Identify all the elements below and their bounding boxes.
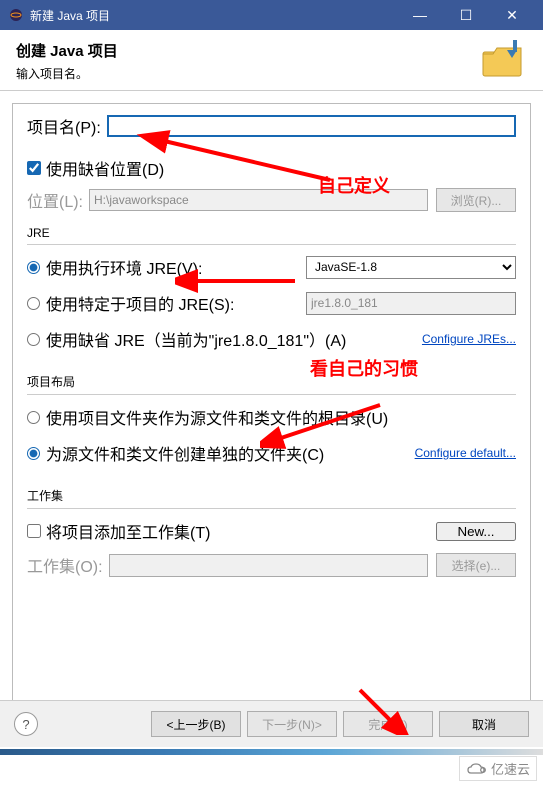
page-title: 创建 Java 项目 — [16, 40, 479, 61]
workset-group-title: 工作集 — [27, 487, 516, 504]
jre-env-label: 使用执行环境 JRE(V): — [46, 255, 306, 279]
jre-project-select — [306, 292, 516, 315]
layout-separate-row: 为源文件和类文件创建单独的文件夹(C) Configure default... — [27, 441, 516, 465]
layout-group-title: 项目布局 — [27, 373, 516, 390]
window-controls: — ☐ ✕ — [397, 0, 535, 30]
browse-button: 浏览(R)... — [436, 188, 516, 212]
workset-select-button: 选择(e)... — [436, 553, 516, 577]
folder-icon — [479, 40, 527, 82]
workset-select-row: 工作集(O): 选择(e)... — [27, 553, 516, 577]
location-input — [89, 189, 428, 211]
window-title: 新建 Java 项目 — [30, 7, 397, 24]
content-area: 项目名(P): 使用缺省位置(D) 位置(L): 浏览(R)... JRE 使用… — [12, 103, 531, 701]
jre-env-select[interactable]: JavaSE-1.8 — [306, 256, 516, 279]
use-default-location-label: 使用缺省位置(D) — [46, 156, 164, 180]
dialog-header: 创建 Java 项目 输入项目名。 — [0, 30, 543, 91]
location-label: 位置(L): — [27, 188, 83, 212]
jre-env-radio[interactable] — [27, 261, 40, 274]
configure-default-link[interactable]: Configure default... — [415, 446, 516, 460]
location-row: 位置(L): 浏览(R)... — [27, 188, 516, 212]
layout-group: 项目布局 使用项目文件夹作为源文件和类文件的根目录(U) 为源文件和类文件创建单… — [27, 373, 516, 465]
dialog-footer: ? <上一步(B) 下一步(N)> 完成(F) 取消 — [0, 700, 543, 747]
close-button[interactable]: ✕ — [489, 0, 535, 30]
jre-group: JRE 使用执行环境 JRE(V): JavaSE-1.8 使用特定于项目的 J… — [27, 226, 516, 351]
workset-new-button[interactable]: New... — [436, 522, 516, 541]
cancel-button[interactable]: 取消 — [439, 711, 529, 737]
minimize-button[interactable]: — — [397, 0, 443, 30]
divider — [27, 244, 516, 245]
watermark-text: 亿速云 — [491, 759, 530, 778]
workset-checkbox[interactable] — [27, 524, 41, 538]
finish-button: 完成(F) — [343, 711, 433, 737]
workset-group: 工作集 将项目添加至工作集(T) New... 工作集(O): 选择(e)... — [27, 487, 516, 577]
jre-project-label: 使用特定于项目的 JRE(S): — [46, 291, 306, 315]
jre-env-row: 使用执行环境 JRE(V): JavaSE-1.8 — [27, 255, 516, 279]
use-default-location-row: 使用缺省位置(D) — [27, 156, 516, 180]
back-button[interactable]: <上一步(B) — [151, 711, 241, 737]
layout-root-label: 使用项目文件夹作为源文件和类文件的根目录(U) — [46, 405, 516, 429]
workset-select-input — [109, 554, 428, 577]
configure-jres-link[interactable]: Configure JREs... — [422, 332, 516, 346]
next-button: 下一步(N)> — [247, 711, 337, 737]
jre-default-radio[interactable] — [27, 333, 40, 346]
jre-default-row: 使用缺省 JRE（当前为"jre1.8.0_181"）(A) Configure… — [27, 327, 516, 351]
maximize-button[interactable]: ☐ — [443, 0, 489, 30]
divider — [27, 394, 516, 395]
layout-separate-radio[interactable] — [27, 447, 40, 460]
layout-root-radio[interactable] — [27, 411, 40, 424]
page-subtitle: 输入项目名。 — [16, 65, 479, 82]
decorative-strip — [0, 749, 543, 755]
workset-select-label: 工作集(O): — [27, 553, 103, 577]
project-name-label: 项目名(P): — [27, 114, 101, 138]
eclipse-icon — [8, 7, 24, 23]
jre-group-title: JRE — [27, 226, 516, 240]
project-name-input[interactable] — [107, 115, 516, 137]
layout-root-row: 使用项目文件夹作为源文件和类文件的根目录(U) — [27, 405, 516, 429]
workset-checkbox-row: 将项目添加至工作集(T) New... — [27, 519, 516, 543]
watermark: 亿速云 — [459, 756, 537, 781]
divider — [27, 508, 516, 509]
workset-checkbox-label: 将项目添加至工作集(T) — [46, 519, 436, 543]
titlebar: 新建 Java 项目 — ☐ ✕ — [0, 0, 543, 30]
project-name-row: 项目名(P): — [27, 114, 516, 138]
jre-project-row: 使用特定于项目的 JRE(S): — [27, 291, 516, 315]
use-default-location-checkbox[interactable] — [27, 161, 41, 175]
help-button[interactable]: ? — [14, 712, 38, 736]
jre-project-radio[interactable] — [27, 297, 40, 310]
